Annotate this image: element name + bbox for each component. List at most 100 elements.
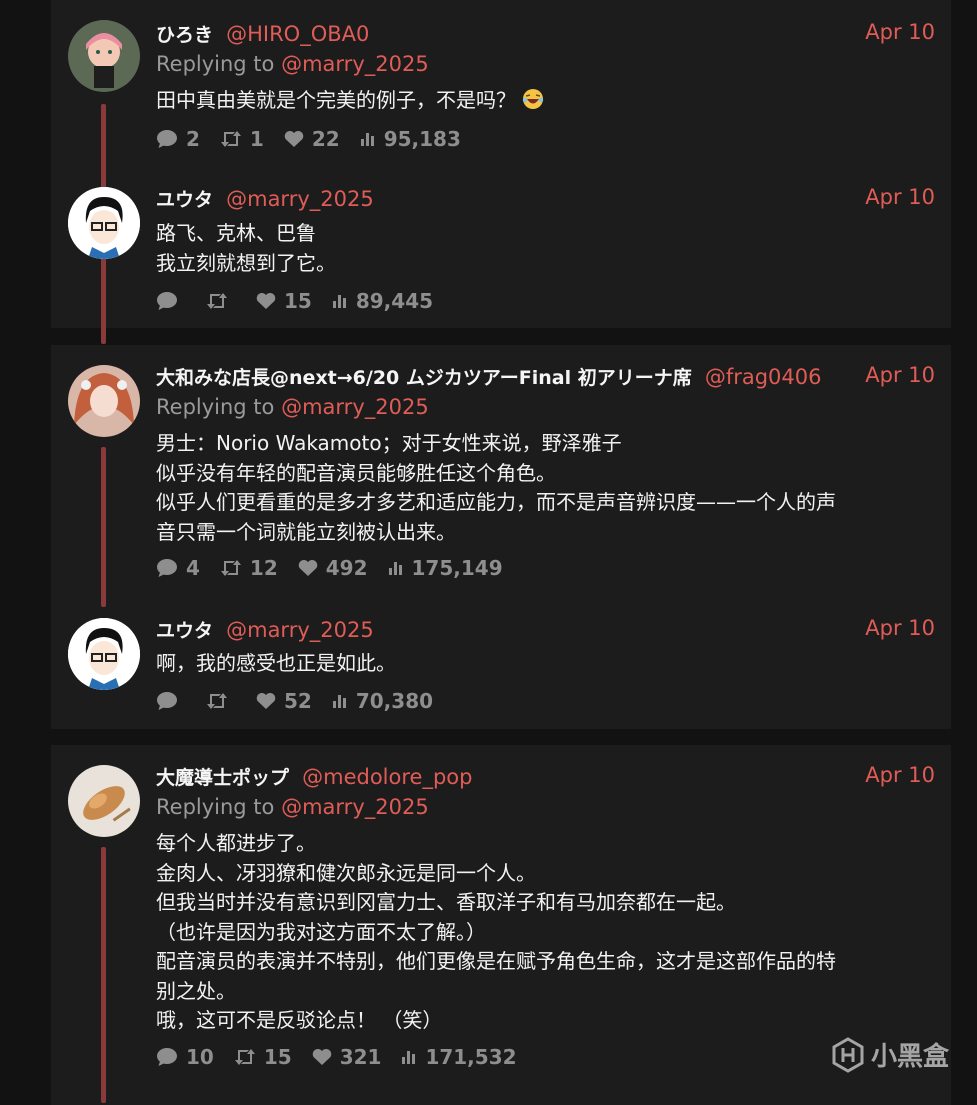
- views-button[interactable]: 89,445: [332, 289, 433, 313]
- views-button[interactable]: 95,183: [360, 127, 461, 151]
- retweet-button[interactable]: 12: [220, 556, 278, 580]
- tweet-text-line: 哦，这可不是反驳论点！ （笑）: [156, 1008, 443, 1032]
- views-button[interactable]: 70,380: [332, 689, 433, 713]
- heart-icon: [298, 559, 318, 576]
- tweet-text-line: 配音演员的表演并不特别，他们更像是在赋予角色生命，这才是这部作品的特: [156, 949, 836, 973]
- comment-icon: [157, 130, 177, 148]
- views-bar-chart-icon: [402, 1051, 416, 1064]
- avatar[interactable]: [68, 20, 140, 92]
- tweet[interactable]: 大和みな店長@next→6/20 ムジカツアーFinal 初アリーナ席 @fra…: [51, 363, 951, 607]
- views-bar-chart-icon: [360, 133, 374, 146]
- tweet-date[interactable]: Apr 10: [865, 20, 935, 44]
- author-handle[interactable]: @HIRO_OBA0: [226, 22, 369, 46]
- reply-button[interactable]: [156, 691, 186, 711]
- author-handle[interactable]: @marry_2025: [226, 187, 374, 211]
- view-count: 175,149: [411, 556, 503, 580]
- tweet-body: 田中真由美就是个完美的例子，不是吗？: [156, 86, 931, 116]
- replying-to-handle[interactable]: @marry_2025: [281, 395, 429, 419]
- retweet-button[interactable]: 15: [234, 1045, 292, 1069]
- tweet-body: 啊，我的感受也正是如此。: [156, 649, 931, 679]
- replying-to: Replying to @marry_2025: [156, 395, 429, 419]
- author-name[interactable]: ユウタ: [156, 189, 213, 211]
- tweet-body: 男士：Norio Wakamoto；对于女性来说，野泽雅子 似乎没有年轻的配音演…: [156, 429, 931, 547]
- heart-icon: [256, 292, 276, 309]
- views-button[interactable]: 171,532: [401, 1045, 517, 1069]
- replying-to-label: Replying to: [156, 395, 275, 419]
- avatar[interactable]: [68, 618, 140, 690]
- avatar[interactable]: [68, 765, 140, 837]
- tweet-stats: 15 89,445: [156, 287, 453, 315]
- author-handle[interactable]: @frag0406: [705, 365, 822, 389]
- like-button[interactable]: 321: [312, 1045, 381, 1069]
- author-name[interactable]: ユウタ: [156, 620, 213, 642]
- reply-button[interactable]: [156, 291, 186, 311]
- retweet-icon: [207, 293, 227, 309]
- tweet-thread-card: 大和みな店長@next→6/20 ムジカツアーFinal 初アリーナ席 @fra…: [51, 345, 951, 729]
- like-count: 22: [311, 127, 340, 151]
- view-count: 89,445: [355, 289, 434, 313]
- views-button[interactable]: 175,149: [388, 556, 503, 580]
- tweet-body: 每个人都进步了。 金肉人、冴羽獠和健次郎永远是同一个人。 但我当时并没有意识到冈…: [156, 829, 931, 1036]
- tweet-date[interactable]: Apr 10: [865, 185, 935, 209]
- tweet[interactable]: ひろき @HIRO_OBA0 Apr 10 Replying to @marry…: [51, 20, 951, 344]
- retweet-button[interactable]: [206, 692, 236, 710]
- like-button[interactable]: 15: [256, 289, 312, 313]
- like-button[interactable]: 52: [256, 689, 312, 713]
- tweet-text-line: 但我当时并没有意识到冈富力士、香取洋子和有马加奈都在一起。: [156, 890, 736, 914]
- comment-icon: [157, 1048, 177, 1066]
- tweet[interactable]: ユウタ @marry_2025 Apr 10 啊，我的感受也正是如此。 52 7…: [51, 616, 951, 716]
- views-bar-chart-icon: [388, 562, 402, 575]
- view-count: 171,532: [425, 1045, 517, 1069]
- tweet-text-line: 我立刻就想到了它。: [156, 250, 336, 275]
- tweet-date[interactable]: Apr 10: [865, 616, 935, 640]
- like-count: 15: [284, 289, 312, 313]
- comment-icon: [157, 292, 177, 310]
- tweet-stats: 4 12 492 175,149: [156, 554, 523, 582]
- retweet-button[interactable]: 1: [220, 127, 264, 151]
- reply-count: 2: [186, 127, 200, 151]
- tweet[interactable]: ユウタ @marry_2025 Apr 10 路飞、克林、巴鲁 我立刻就想到了它…: [51, 185, 951, 315]
- like-count: 52: [284, 689, 312, 713]
- reply-count: 10: [186, 1045, 214, 1069]
- retweet-icon: [207, 693, 227, 709]
- xiaoheihe-logo-icon: [832, 1036, 864, 1073]
- retweet-count: 12: [249, 556, 278, 580]
- views-bar-chart-icon: [332, 295, 346, 308]
- tweet-stats: 52 70,380: [156, 687, 453, 715]
- author-name[interactable]: 大和みな店長@next→6/20 ムジカツアーFinal 初アリーナ席: [156, 367, 692, 389]
- author-name[interactable]: ひろき: [156, 24, 213, 46]
- replying-to-handle[interactable]: @marry_2025: [281, 795, 429, 819]
- tweet-thread-card: 大魔導士ポップ @medolore_pop Apr 10 Replying to…: [51, 745, 951, 1105]
- like-count: 492: [325, 556, 368, 580]
- author-handle[interactable]: @marry_2025: [226, 618, 374, 642]
- reply-button[interactable]: 2: [156, 127, 200, 151]
- comment-icon: [157, 692, 177, 710]
- tweet-stats: 10 15 321 171,532: [156, 1043, 537, 1071]
- reply-count: 4: [186, 556, 200, 580]
- retweet-button[interactable]: [206, 292, 236, 310]
- avatar[interactable]: [68, 365, 140, 437]
- tweet-text-line: （也许是因为我对这方面不太了解。）: [156, 919, 486, 944]
- replying-to: Replying to @marry_2025: [156, 52, 429, 76]
- tweet-date[interactable]: Apr 10: [865, 763, 935, 787]
- tweet-text-line: 啊，我的感受也正是如此。: [156, 651, 396, 675]
- replying-to-handle[interactable]: @marry_2025: [281, 52, 429, 76]
- views-bar-chart-icon: [332, 695, 346, 708]
- retweet-icon: [220, 560, 241, 576]
- like-button[interactable]: 492: [298, 556, 368, 580]
- author-handle[interactable]: @medolore_pop: [302, 765, 472, 789]
- tweet-date[interactable]: Apr 10: [865, 363, 935, 387]
- tweet-text-line: 路飞、克林、巴鲁: [156, 221, 316, 245]
- tweet-thread-card: ひろき @HIRO_OBA0 Apr 10 Replying to @marry…: [51, 0, 951, 344]
- reply-button[interactable]: 10: [156, 1045, 214, 1069]
- tweet-text-line: 音只需一个词就能立刻被认出来。: [156, 519, 456, 544]
- author-name[interactable]: 大魔導士ポップ: [156, 767, 289, 789]
- replying-to-label: Replying to: [156, 795, 275, 819]
- thread-line: [101, 447, 106, 607]
- tweet[interactable]: 大魔導士ポップ @medolore_pop Apr 10 Replying to…: [51, 763, 951, 1103]
- retweet-icon: [220, 131, 241, 147]
- like-button[interactable]: 22: [284, 127, 340, 151]
- reply-button[interactable]: 4: [156, 556, 200, 580]
- tweet-text-line: 男士：Norio Wakamoto；对于女性来说，野泽雅子: [156, 431, 622, 455]
- avatar[interactable]: [68, 187, 140, 259]
